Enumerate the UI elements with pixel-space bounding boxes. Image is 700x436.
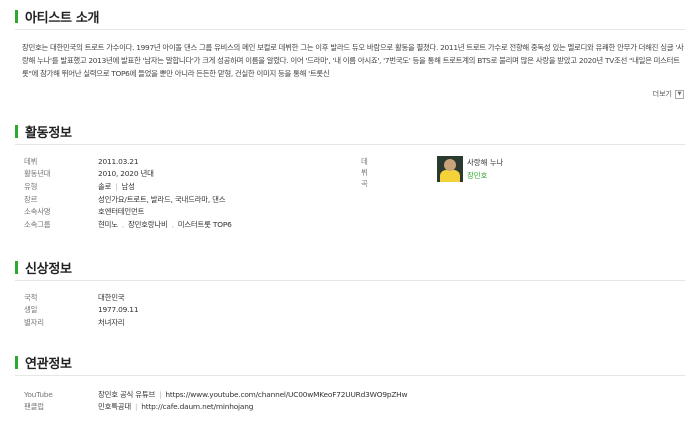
- info-row-agency: 소속사명 호엔터테인먼트: [24, 205, 232, 218]
- activity-heading: 활동정보: [25, 126, 72, 141]
- info-value: 솔로: [98, 181, 112, 191]
- info-key: 장르: [24, 194, 38, 204]
- info-row-birthday: 생일 1977.09.11: [24, 304, 139, 317]
- info-key: 생일: [24, 305, 38, 315]
- info-key: 활동년대: [24, 169, 51, 179]
- activity-section-header: 활동정보: [15, 122, 72, 141]
- profile-section-header: 신상정보: [15, 258, 72, 277]
- info-value: 대한민국: [98, 292, 125, 302]
- info-row-zodiac: 별자리 처녀자리: [24, 316, 138, 329]
- info-value: 처녀자리: [98, 317, 125, 327]
- group-link[interactable]: 현미노: [98, 219, 118, 230]
- separator: ,: [121, 219, 124, 229]
- separator: |: [159, 389, 162, 399]
- info-key: 유형: [24, 181, 38, 191]
- info-row-type: 유형 솔로 | 남성: [24, 180, 232, 193]
- fanclub-name-link[interactable]: 민호특공대: [98, 401, 131, 412]
- group-link[interactable]: 장민호랑나비: [128, 219, 168, 230]
- info-row-youtube: YouTube 장민호 공식 유튜브 | https://www.youtube…: [24, 388, 408, 401]
- profile-heading: 신상정보: [25, 262, 72, 277]
- info-value: 남성: [121, 181, 135, 191]
- youtube-name-link[interactable]: 장민호 공식 유튜브: [98, 389, 155, 400]
- fanclub-url-link[interactable]: http://cafe.daum.net/minhojang: [141, 402, 253, 411]
- info-row-group: 소속그룹 현미노 , 장민호랑나비 , 미스터트롯 TOP6: [24, 218, 232, 231]
- info-row-nationality: 국적 대한민국: [24, 291, 138, 304]
- activity-info-list: 데뷔 2011.03.21 활동년대 2010, 2020 년대 유형 솔로 |…: [24, 155, 232, 231]
- agency-link[interactable]: 호엔터테인먼트: [98, 206, 144, 217]
- related-info-list: YouTube 장민호 공식 유튜브 | https://www.youtube…: [24, 388, 408, 414]
- related-heading: 연관정보: [25, 357, 72, 372]
- group-link[interactable]: 미스터트롯 TOP6: [178, 219, 232, 230]
- separator: |: [115, 181, 118, 191]
- info-row-debut: 데뷔 2011.03.21: [24, 155, 232, 168]
- section-marker: [15, 261, 18, 274]
- divider: [15, 375, 685, 376]
- info-key: 별자리: [24, 317, 44, 327]
- info-value: 1977.09.11: [98, 305, 139, 315]
- more-button[interactable]: 더보기 ▼: [653, 89, 684, 99]
- section-marker: [15, 125, 18, 138]
- intro-section-header: 아티스트 소개: [15, 7, 99, 26]
- related-section-header: 연관정보: [15, 353, 72, 372]
- album-thumbnail[interactable]: [437, 156, 463, 182]
- profile-info-list: 국적 대한민국 생일 1977.09.11 별자리 처녀자리: [24, 291, 139, 329]
- chevron-down-icon: ▼: [675, 89, 684, 99]
- section-marker: [15, 10, 18, 23]
- info-key: 소속사명: [24, 207, 51, 217]
- divider: [15, 29, 685, 30]
- youtube-url-link[interactable]: https://www.youtube.com/channel/UC00wMKe…: [165, 390, 407, 399]
- debut-song-artist[interactable]: 장민호: [467, 170, 487, 181]
- info-row-fanclub: 팬클럽 민호특공대 | http://cafe.daum.net/minhoja…: [24, 401, 407, 414]
- more-label: 더보기: [652, 90, 672, 98]
- info-key: 데뷔: [24, 156, 38, 166]
- info-key: 팬클럽: [24, 402, 44, 412]
- info-key: 소속그룹: [24, 219, 51, 229]
- intro-heading: 아티스트 소개: [25, 11, 100, 26]
- divider: [15, 280, 685, 281]
- section-marker: [15, 356, 18, 369]
- separator: ,: [171, 219, 174, 229]
- info-key: YouTube: [24, 389, 53, 399]
- divider: [15, 144, 685, 145]
- info-value: 2010, 2020 년대: [98, 169, 154, 179]
- info-row-genre: 장르 성인가요/트로트, 발라드, 국내드라마, 댄스: [24, 193, 232, 206]
- intro-text: 장민호는 대한민국의 트로트 가수이다. 1997년 아이돌 댄스 그룹 유비스…: [22, 43, 684, 78]
- info-key: 국적: [24, 292, 38, 302]
- debut-song-title[interactable]: 사랑해 누나: [467, 157, 503, 168]
- separator: |: [135, 402, 138, 412]
- info-value: 2011.03.21: [98, 156, 139, 166]
- info-value: 성인가요/트로트, 발라드, 국내드라마, 댄스: [98, 194, 226, 204]
- info-key: 데뷔곡: [361, 157, 368, 188]
- info-row-era: 활동년대 2010, 2020 년대: [24, 168, 232, 181]
